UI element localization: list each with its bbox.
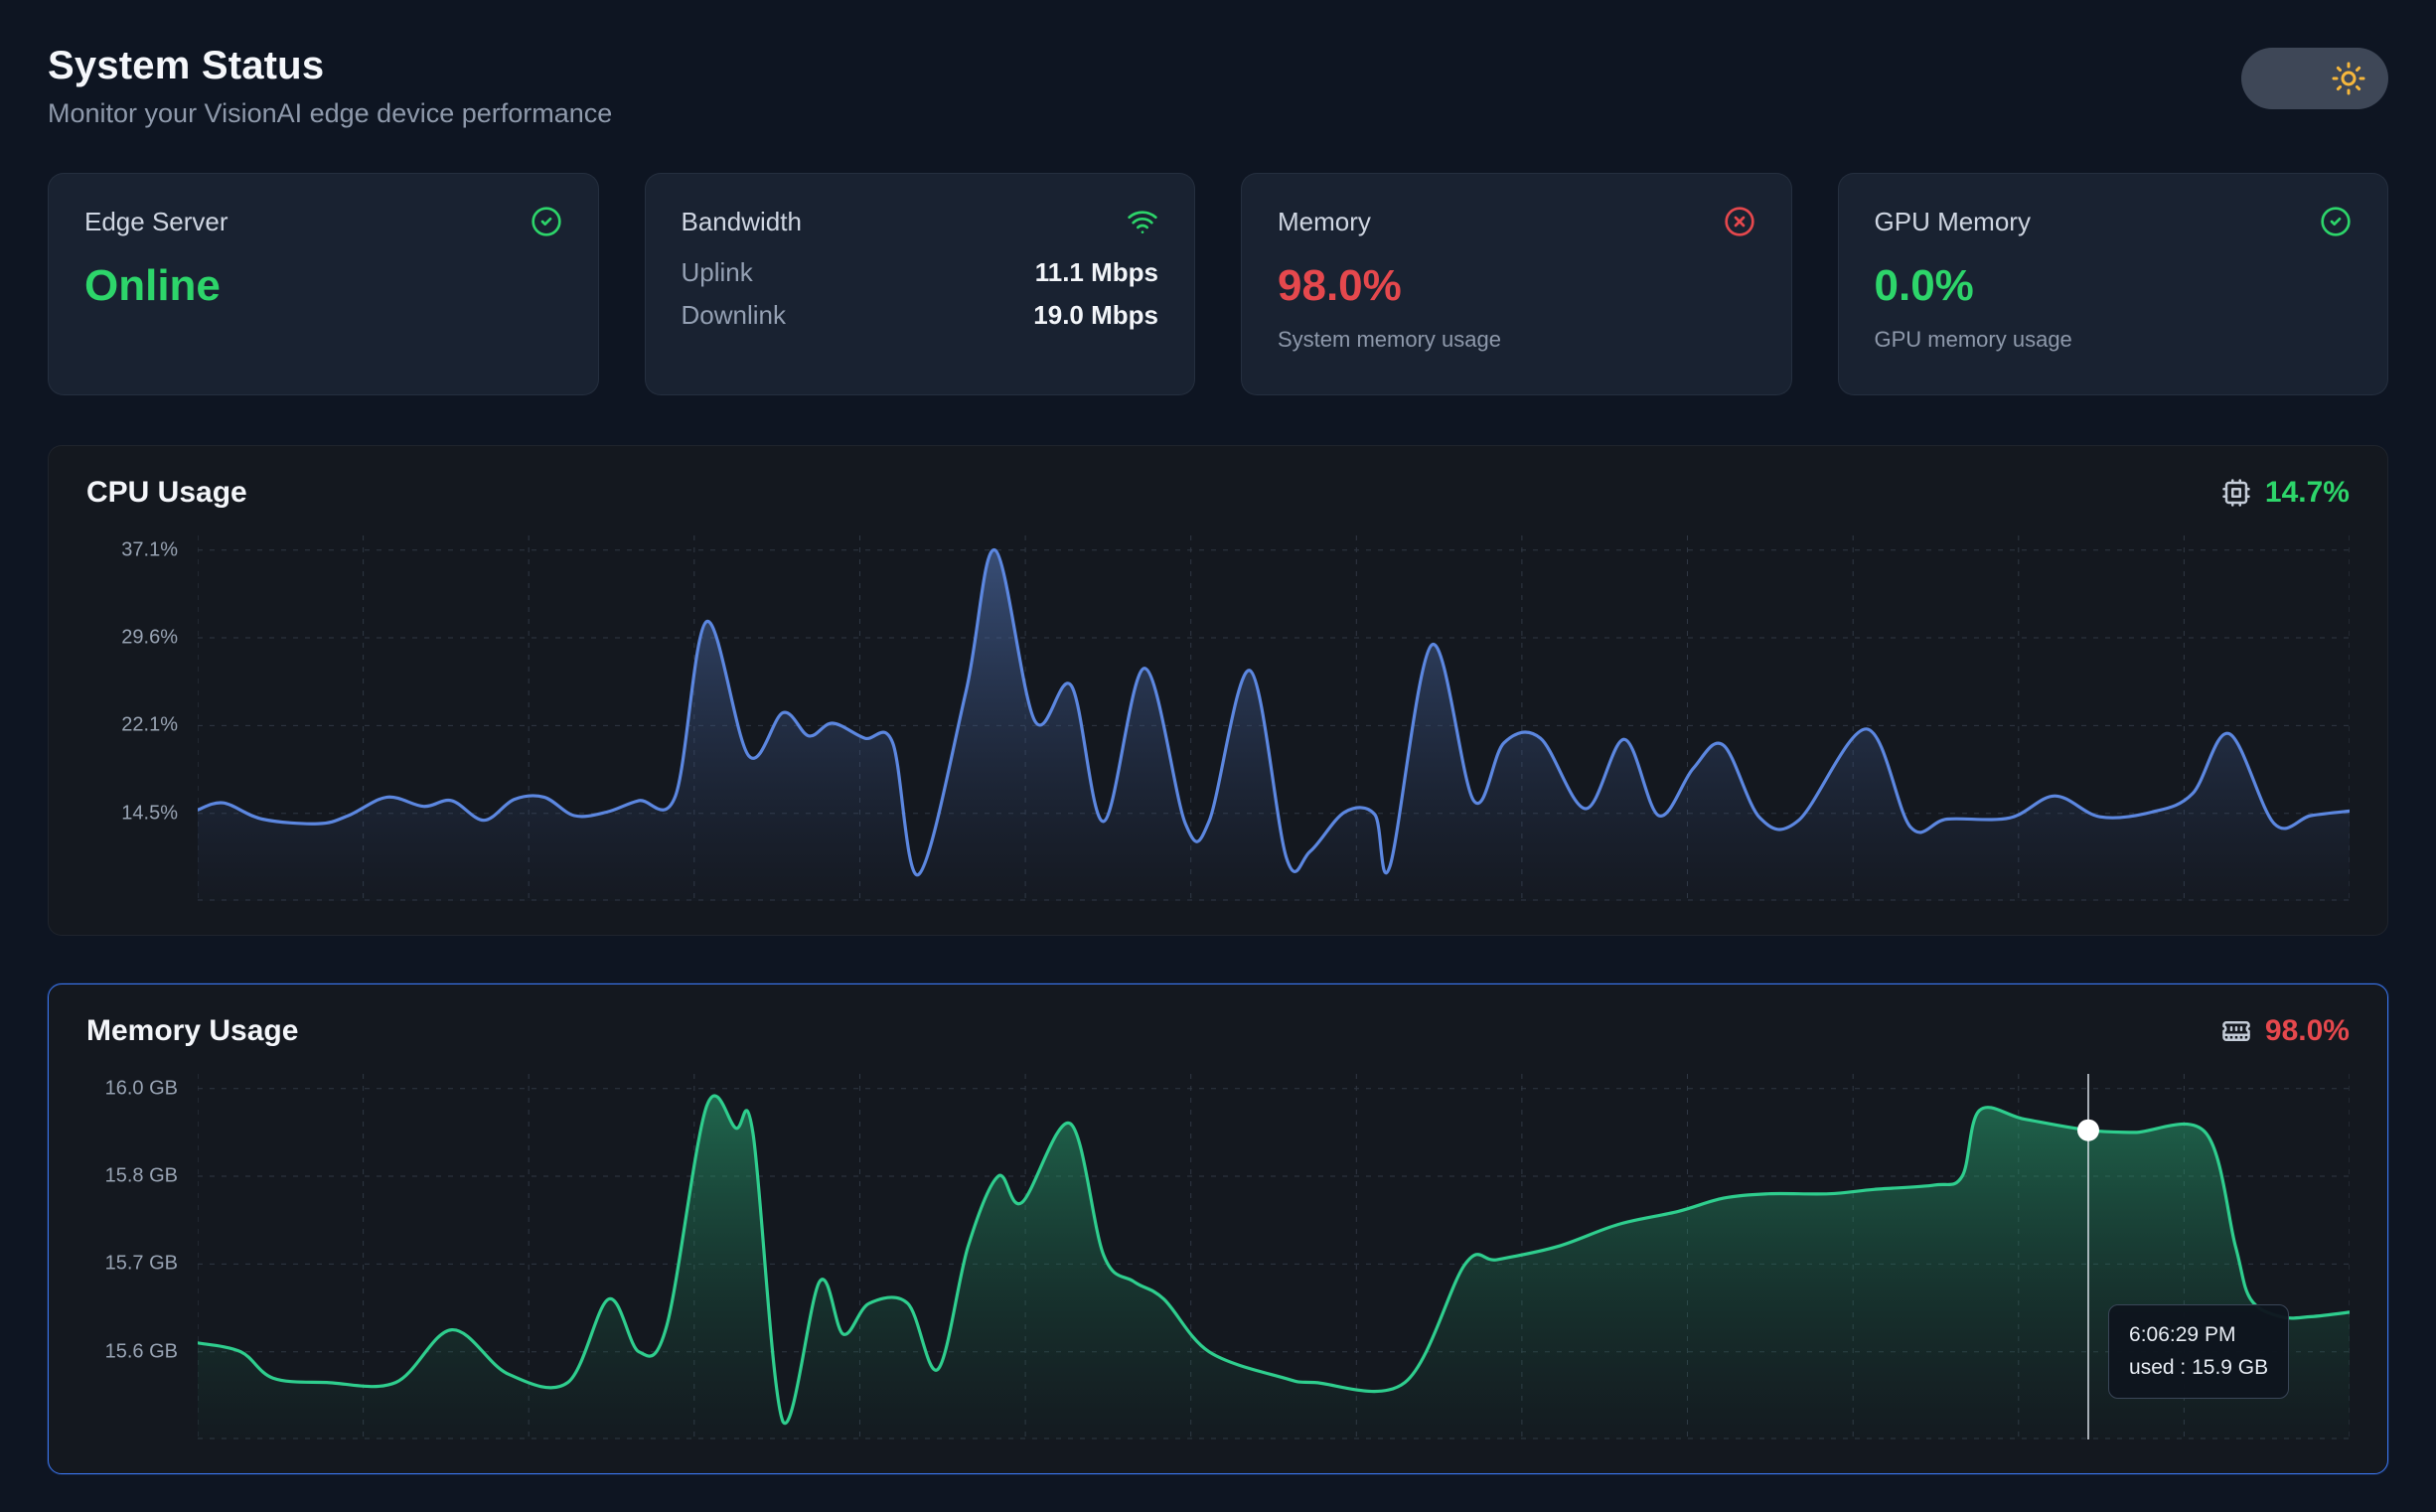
bandwidth-rows: Uplink 11.1 Mbps Downlink 19.0 Mbps	[682, 257, 1159, 331]
downlink-row: Downlink 19.0 Mbps	[682, 300, 1159, 331]
y-tick: 16.0 GB	[105, 1077, 178, 1100]
x-circle-icon	[1724, 206, 1755, 237]
downlink-label: Downlink	[682, 300, 787, 331]
memory-usage-percent: 98.0%	[1278, 261, 1755, 311]
card-label: Edge Server	[84, 207, 228, 237]
uplink-row: Uplink 11.1 Mbps	[682, 257, 1159, 288]
card-label: Memory	[1278, 207, 1371, 237]
memory-caption: System memory usage	[1278, 327, 1755, 353]
y-tick: 15.6 GB	[105, 1340, 178, 1363]
uplink-label: Uplink	[682, 257, 753, 288]
cpu-usage-panel: CPU Usage 14.7% 37.1% 29.6% 22.1% 14.5%	[48, 445, 2388, 936]
y-tick: 37.1%	[121, 538, 178, 561]
y-tick: 15.7 GB	[105, 1253, 178, 1276]
panel-header: Memory Usage 98.0%	[86, 1014, 2350, 1048]
card-header: Edge Server	[84, 206, 562, 237]
memory-metric: 98.0%	[2221, 1014, 2350, 1048]
edge-server-status: Online	[84, 261, 562, 311]
theme-toggle[interactable]	[2241, 48, 2388, 109]
cpu-chart-plot[interactable]	[198, 535, 2350, 901]
page-subtitle: Monitor your VisionAI edge device perfor…	[48, 98, 612, 129]
check-circle-icon	[2320, 206, 2352, 237]
gpu-memory-percent: 0.0%	[1875, 261, 2353, 311]
status-cards: Edge Server Online Bandwidth	[48, 173, 2388, 395]
memory-panel-title: Memory Usage	[86, 1014, 298, 1048]
sun-icon	[2331, 61, 2366, 96]
card-gpu-memory: GPU Memory 0.0% GPU memory usage	[1838, 173, 2389, 395]
cpu-panel-title: CPU Usage	[86, 476, 247, 510]
cpu-usage-value: 14.7%	[2265, 476, 2350, 510]
panel-header: CPU Usage 14.7%	[86, 476, 2350, 510]
check-circle-icon	[531, 206, 562, 237]
cpu-chart: 37.1% 29.6% 22.1% 14.5%	[86, 535, 2350, 901]
tooltip-value: used : 15.9 GB	[2129, 1351, 2268, 1385]
card-memory: Memory 98.0% System memory usage	[1241, 173, 1792, 395]
memory-usage-value: 98.0%	[2265, 1014, 2350, 1048]
chart-tooltip: 6:06:29 PM used : 15.9 GB	[2108, 1304, 2289, 1399]
header-titles: System Status Monitor your VisionAI edge…	[48, 44, 612, 129]
page-title: System Status	[48, 44, 612, 88]
tooltip-time: 6:06:29 PM	[2129, 1318, 2268, 1352]
y-tick: 14.5%	[121, 802, 178, 825]
downlink-value: 19.0 Mbps	[1033, 300, 1158, 331]
wifi-icon	[1127, 206, 1158, 237]
card-label: Bandwidth	[682, 207, 802, 237]
cpu-metric: 14.7%	[2221, 476, 2350, 510]
memory-chart: 16.0 GB 15.8 GB 15.7 GB 15.6 GB 6:06:29 …	[86, 1074, 2350, 1439]
gpu-memory-caption: GPU memory usage	[1875, 327, 2353, 353]
y-tick: 22.1%	[121, 714, 178, 737]
uplink-value: 11.1 Mbps	[1035, 257, 1158, 288]
card-header: Bandwidth	[682, 206, 1159, 237]
y-tick: 29.6%	[121, 627, 178, 650]
memory-stick-icon	[2221, 1016, 2251, 1046]
page-header: System Status Monitor your VisionAI edge…	[48, 44, 2388, 129]
card-header: Memory	[1278, 206, 1755, 237]
cpu-chip-icon	[2221, 478, 2251, 508]
system-status-dashboard: System Status Monitor your VisionAI edge…	[0, 0, 2436, 1512]
card-edge-server: Edge Server Online	[48, 173, 599, 395]
card-label: GPU Memory	[1875, 207, 2031, 237]
memory-y-axis: 16.0 GB 15.8 GB 15.7 GB 15.6 GB	[86, 1074, 198, 1439]
y-tick: 15.8 GB	[105, 1165, 178, 1188]
card-bandwidth: Bandwidth Uplink 11.1 Mbps Downlink 19.0…	[645, 173, 1196, 395]
memory-usage-panel: Memory Usage 98.0% 16.0 GB 15.8 GB 15.7 …	[48, 983, 2388, 1474]
cpu-y-axis: 37.1% 29.6% 22.1% 14.5%	[86, 535, 198, 901]
memory-chart-plot[interactable]: 6:06:29 PM used : 15.9 GB	[198, 1074, 2350, 1439]
card-header: GPU Memory	[1875, 206, 2353, 237]
